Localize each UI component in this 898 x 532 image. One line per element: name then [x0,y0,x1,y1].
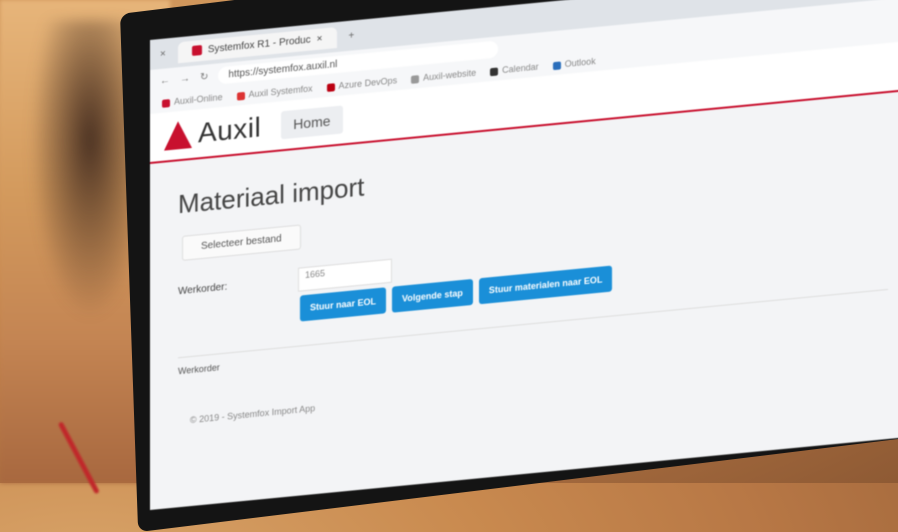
reload-icon[interactable]: ↻ [200,71,208,83]
nav-home-link[interactable]: Home [281,105,343,140]
close-icon[interactable]: × [317,33,323,45]
workorder-input[interactable]: 1665 [298,258,392,292]
auxil-favicon-icon [191,45,202,56]
next-step-button[interactable]: Volgende stap [392,278,473,313]
tab-title: Systemfox R1 - Produc [207,34,311,55]
bookmark-item[interactable]: Auxil-website [411,68,476,84]
auxil-logo-icon [164,120,192,151]
bookmark-item[interactable]: Calendar [490,62,539,77]
bookmark-item[interactable]: Azure DevOps [326,75,397,92]
back-icon[interactable]: ← [160,75,170,87]
auxil-logo[interactable]: Auxil [164,111,261,152]
new-tab-icon[interactable]: + [349,30,355,42]
send-to-eol-button[interactable]: Stuur naar EOL [300,287,387,322]
forward-icon[interactable]: → [180,73,190,85]
bookmark-item[interactable]: Auxil-Online [162,92,223,108]
tab-close-icon[interactable]: × [160,48,166,60]
laptop-screen: × Systemfox R1 - Produc × + ← → ↻ https:… [150,0,898,511]
logo-text: Auxil [198,111,262,149]
workorder-label: Werkorder: [178,281,228,297]
select-file-button[interactable]: Selecteer bestand [182,224,301,261]
bookmark-item[interactable]: Outlook [552,56,596,70]
bookmark-item[interactable]: Auxil Systemfox [236,83,313,101]
